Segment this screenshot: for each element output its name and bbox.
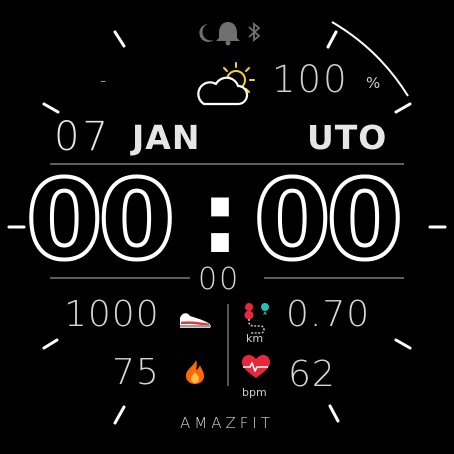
date-weekday: UTO [307,118,388,157]
heart-rate-unit: bpm [242,386,267,399]
time-seconds: 00 [198,262,241,297]
heart-rate-value: 62 [288,354,336,395]
distance-value: 0.70 [286,294,371,335]
bluetooth-icon [248,22,261,42]
battery-value: 100 [272,58,349,101]
steps-value: 1000 [64,294,160,335]
moon-icon [199,24,214,42]
time-hours: 00 [24,156,177,284]
partly-cloudy-icon [197,62,255,106]
shoe-icon [180,313,211,328]
battery-unit: % [366,74,381,92]
bell-icon [216,22,240,46]
date-month: JAN [132,118,201,157]
heart-rate-icon [242,355,270,378]
time-separator: : [200,159,240,276]
date-day: 07 [54,114,111,160]
distance-unit: km [246,332,264,345]
weather-temperature: - [100,70,107,91]
brand-label: AMAZFIT [180,414,274,432]
calories-value: 75 [112,352,160,393]
route-icon [244,303,269,334]
time-minutes: 00 [252,156,405,284]
flame-icon [186,360,204,384]
